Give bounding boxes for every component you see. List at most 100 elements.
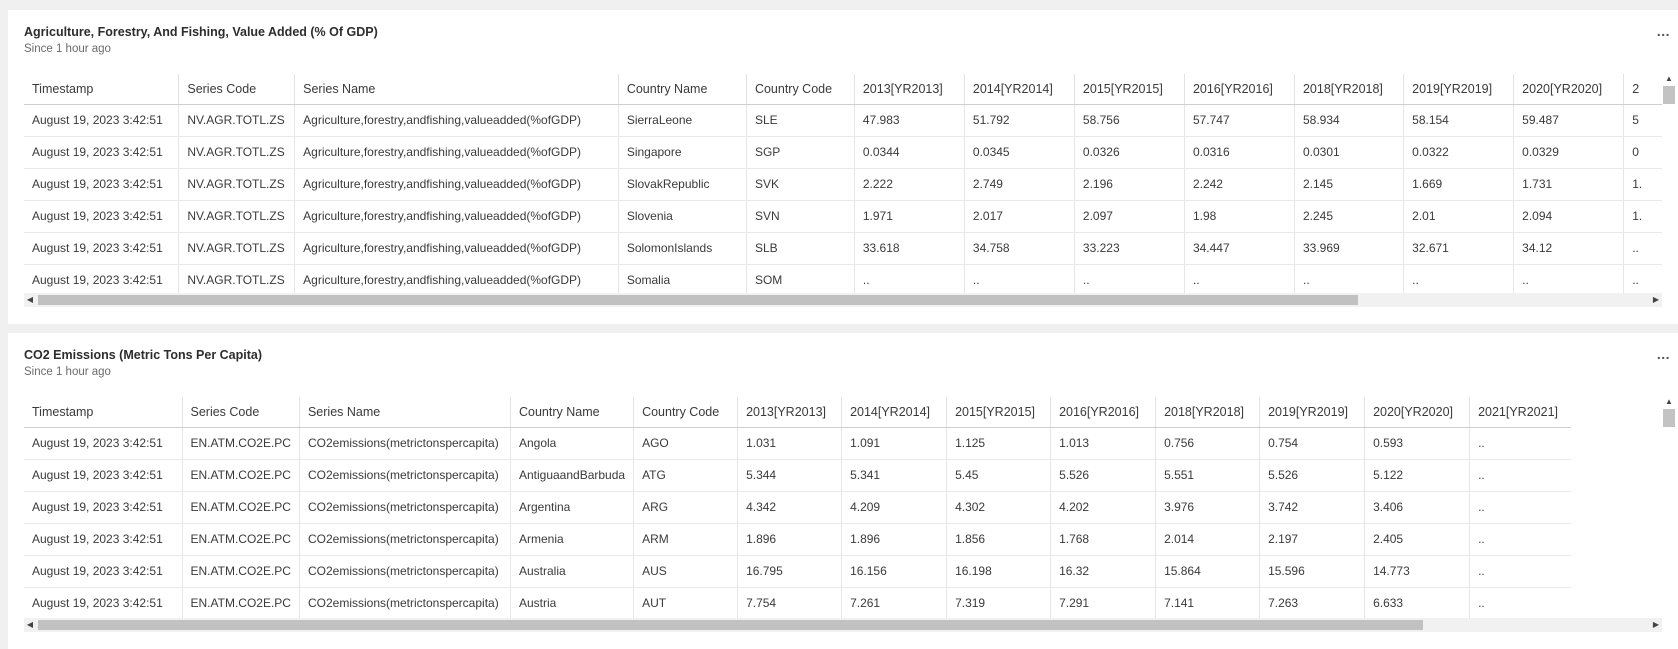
table-cell: 14.773 [1364,555,1471,588]
column-header[interactable]: Country Name [618,74,747,105]
column-header[interactable]: 2019[YR2019] [1403,74,1515,105]
column-header[interactable]: Timestamp [24,74,180,105]
scroll-right-icon[interactable]: ▶ [1650,618,1662,632]
column-header[interactable]: Series Name [294,74,619,105]
table-cell: .. [1469,491,1571,524]
table-cell: Somalia [618,264,747,297]
table-row[interactable]: August 19, 2023 3:42:51 NV.AGR.TOTL.ZS Agr… [24,232,1662,265]
horizontal-scrollbar[interactable]: ◀ ▶ [24,293,1662,307]
table-cell: August 19, 2023 3:42:51 [24,136,180,169]
column-header[interactable]: 2020[YR2020] [1364,397,1471,428]
vertical-scrollbar[interactable]: ▲ [1662,397,1676,427]
table-cell: 5 [1623,104,1662,137]
scroll-right-icon[interactable]: ▶ [1650,293,1662,307]
table-cell: SOM [746,264,855,297]
table-cell: .. [1184,264,1295,297]
scroll-up-icon[interactable]: ▲ [1662,74,1676,84]
table-row[interactable]: August 19, 2023 3:42:51 EN.ATM.CO2E.PC CO2… [24,427,1571,460]
table-cell: SierraLeone [618,104,747,137]
more-options-icon[interactable]: ... [1657,347,1670,361]
column-header[interactable]: 2016[YR2016] [1184,74,1295,105]
scroll-left-icon[interactable]: ◀ [24,293,36,307]
more-options-icon[interactable]: ... [1657,24,1670,38]
column-header[interactable]: Country Code [746,74,855,105]
table-cell: Australia [510,555,635,588]
column-header[interactable]: 2019[YR2019] [1259,397,1366,428]
column-header[interactable]: Series Code [178,74,296,105]
vertical-scrollbar[interactable]: ▲ [1662,74,1676,104]
column-header[interactable]: 2014[YR2014] [841,397,948,428]
vertical-scroll-thumb[interactable] [1663,409,1675,427]
table-row[interactable]: August 19, 2023 3:42:51 NV.AGR.TOTL.ZS Agr… [24,136,1662,169]
scroll-up-icon[interactable]: ▲ [1662,397,1676,407]
table-cell: 16.32 [1050,555,1157,588]
table-row[interactable]: August 19, 2023 3:42:51 EN.ATM.CO2E.PC CO2… [24,459,1571,492]
column-header[interactable]: 2013[YR2013] [737,397,843,428]
table-row[interactable]: August 19, 2023 3:42:51 EN.ATM.CO2E.PC CO2… [24,491,1571,524]
table-cell: 1. [1623,200,1662,233]
column-header[interactable]: 2015[YR2015] [946,397,1052,428]
table-cell: 1.031 [737,427,843,460]
column-header[interactable]: 2013[YR2013] [854,74,965,105]
table-row[interactable]: August 19, 2023 3:42:51 EN.ATM.CO2E.PC CO2… [24,523,1571,556]
table-cell: AUS [633,555,739,588]
column-header[interactable]: 2014[YR2014] [964,74,1075,105]
table-cell: 51.792 [964,104,1075,137]
column-header[interactable]: 2015[YR2015] [1074,74,1185,105]
table-cell: SLB [746,232,855,265]
table-cell: NV.AGR.TOTL.ZS [178,264,296,297]
scroll-left-icon[interactable]: ◀ [24,618,36,632]
table-header-row: Timestamp Series Code Series Name Country N… [24,74,1662,105]
column-header[interactable]: 2016[YR2016] [1050,397,1157,428]
column-header[interactable]: 2018[YR2018] [1155,397,1261,428]
table-cell: SLE [746,104,855,137]
table-cell: 16.795 [737,555,843,588]
table-cell: EN.ATM.CO2E.PC [182,587,300,620]
horizontal-scrollbar[interactable]: ◀ ▶ [24,618,1662,632]
column-header[interactable]: Series Name [299,397,511,428]
table-cell: 33.223 [1074,232,1185,265]
table-cell: 2.405 [1364,523,1471,556]
column-header[interactable]: Country Code [633,397,739,428]
horizontal-scroll-thumb[interactable] [38,295,1358,305]
column-header[interactable]: 2021[YR2021] [1469,397,1571,428]
table-cell: 0.0344 [854,136,965,169]
column-header[interactable]: 2018[YR2018] [1294,74,1405,105]
table-cell: August 19, 2023 3:42:51 [24,104,180,137]
table-row[interactable]: August 19, 2023 3:42:51 NV.AGR.TOTL.ZS Agr… [24,168,1662,201]
data-table-viewport[interactable]: Timestamp Series Code Series Name Country N… [24,397,1662,621]
table-cell: .. [1513,264,1625,297]
table-row[interactable]: August 19, 2023 3:42:51 EN.ATM.CO2E.PC CO2… [24,587,1571,620]
table-header-row: Timestamp Series Code Series Name Country N… [24,397,1571,428]
table-cell: 3.406 [1364,491,1471,524]
table-cell: 33.618 [854,232,965,265]
table-cell: ATG [633,459,739,492]
table-cell: August 19, 2023 3:42:51 [24,555,183,588]
panel-title: Agriculture, Forestry, And Fishing, Valu… [24,25,378,39]
column-header[interactable]: 2020[YR2020] [1513,74,1625,105]
column-header[interactable]: Series Code [182,397,300,428]
horizontal-scroll-thumb[interactable] [38,620,1423,630]
data-table-viewport[interactable]: Timestamp Series Code Series Name Country N… [24,74,1662,298]
table-cell: 5.45 [946,459,1052,492]
table-cell: 0.0322 [1403,136,1515,169]
table-row[interactable]: August 19, 2023 3:42:51 NV.AGR.TOTL.ZS Agr… [24,104,1662,137]
data-table: Timestamp Series Code Series Name Country N… [24,74,1662,297]
table-cell: NV.AGR.TOTL.ZS [178,200,296,233]
column-header[interactable]: 2 [1623,74,1662,105]
table-cell: 0.754 [1259,427,1366,460]
table-row[interactable]: August 19, 2023 3:42:51 EN.ATM.CO2E.PC CO2… [24,555,1571,588]
vertical-scroll-thumb[interactable] [1663,86,1675,104]
table-cell: .. [1469,555,1571,588]
table-cell: 0.0329 [1513,136,1625,169]
column-header[interactable]: Timestamp [24,397,183,428]
table-cell: AUT [633,587,739,620]
panel-subtitle: Since 1 hour ago [24,43,111,55]
table-cell: 4.209 [841,491,948,524]
table-cell: .. [1469,523,1571,556]
column-header[interactable]: Country Name [510,397,635,428]
table-cell: EN.ATM.CO2E.PC [182,491,300,524]
table-cell: 58.934 [1294,104,1405,137]
table-row[interactable]: August 19, 2023 3:42:51 NV.AGR.TOTL.ZS Agr… [24,200,1662,233]
table-row[interactable]: August 19, 2023 3:42:51 NV.AGR.TOTL.ZS Agr… [24,264,1662,297]
